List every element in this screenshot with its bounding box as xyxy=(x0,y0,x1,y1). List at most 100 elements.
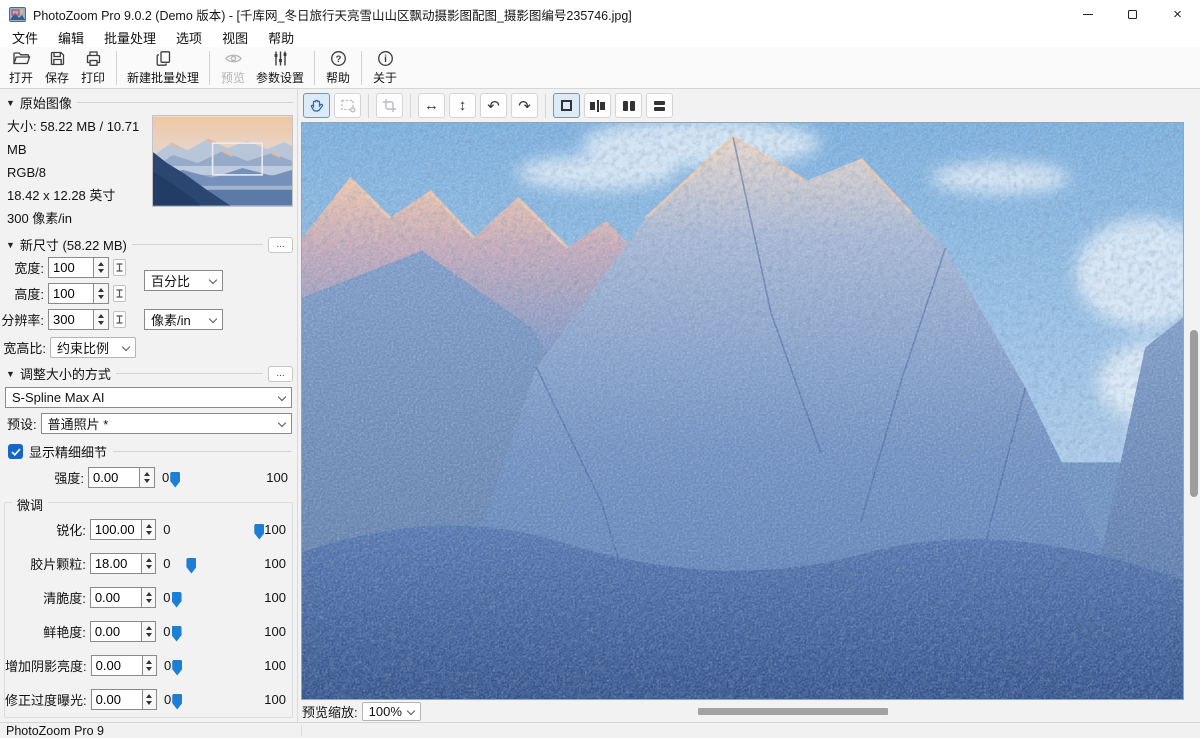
resolution-unit-select[interactable]: 像素/in xyxy=(144,309,223,330)
slider-thumb[interactable] xyxy=(172,592,182,608)
navigator-thumbnail[interactable] xyxy=(152,115,293,207)
vertical-scrollbar[interactable] xyxy=(1189,122,1199,700)
menu-options[interactable]: 选项 xyxy=(166,28,212,47)
resize-method-more-button[interactable]: ... xyxy=(268,366,293,382)
height-label: 高度: xyxy=(0,284,48,303)
resolution-label: 分辨率: xyxy=(0,310,48,329)
width-stepper[interactable] xyxy=(94,257,109,278)
chevron-down-icon xyxy=(407,707,415,715)
new-size-title: 新尺寸 (58.22 MB) xyxy=(20,235,127,254)
menu-help[interactable]: 帮助 xyxy=(258,28,304,47)
vertical-scrollbar-thumb[interactable] xyxy=(1190,330,1198,497)
rotate-ccw-button[interactable]: ↶ xyxy=(480,93,507,118)
view-side-by-side-button[interactable] xyxy=(615,93,642,118)
film-grain-slider-row: 胶片颗粒: 0 100 xyxy=(5,553,286,574)
toolbar-separator xyxy=(361,51,362,85)
settings-panel: ▼ 原始图像 大小: 58.22 MB / 10.71 MB RGB/8 18.… xyxy=(0,89,298,722)
crispness-input[interactable] xyxy=(90,587,142,608)
width-reset-button[interactable] xyxy=(113,259,126,276)
slider-thumb[interactable] xyxy=(172,694,182,710)
width-input[interactable] xyxy=(48,257,94,278)
minimize-button[interactable] xyxy=(1065,0,1110,28)
aspect-row: 宽高比: 约束比例 xyxy=(0,337,136,358)
size-unit-select[interactable]: 百分比 xyxy=(144,270,223,291)
height-stepper[interactable] xyxy=(94,283,109,304)
preset-select[interactable]: 普通照片 * xyxy=(41,413,292,434)
chevron-down-icon xyxy=(278,419,286,427)
new-batch-button[interactable]: 新建批量处理 xyxy=(122,48,204,88)
crop-tool-button xyxy=(376,93,403,118)
slider-thumb[interactable] xyxy=(254,524,264,540)
preview-image-area[interactable] xyxy=(301,122,1184,700)
save-button[interactable]: 保存 xyxy=(39,48,75,88)
settings-button[interactable]: 参数设置 xyxy=(251,48,309,88)
preview-bottom-bar: 预览缩放: 100% xyxy=(298,701,1200,722)
vividness-input[interactable] xyxy=(90,621,142,642)
slider-thumb[interactable] xyxy=(186,558,196,574)
print-button[interactable]: 打印 xyxy=(75,48,111,88)
help-icon: ? xyxy=(329,49,348,68)
preview-zoom-select[interactable]: 100% xyxy=(362,702,421,721)
title-bar: PhotoZoom Pro 9.0.2 (Demo 版本) - [千库网_冬日旅… xyxy=(0,0,1200,28)
new-size-header[interactable]: ▼ 新尺寸 (58.22 MB) ... xyxy=(0,234,297,255)
info-icon: i xyxy=(376,49,395,68)
height-input[interactable] xyxy=(48,283,94,304)
view-split-button[interactable] xyxy=(584,93,611,118)
view-single-button[interactable] xyxy=(553,93,580,118)
menu-batch[interactable]: 批量处理 xyxy=(94,28,166,47)
sharpness-stepper[interactable] xyxy=(142,519,156,540)
header-rule xyxy=(116,373,263,374)
preview-image xyxy=(302,123,1183,699)
close-button[interactable]: × xyxy=(1155,0,1200,28)
width-row: 宽度: xyxy=(0,257,126,278)
slider-thumb[interactable] xyxy=(172,660,182,676)
menu-file[interactable]: 文件 xyxy=(2,28,48,47)
fine-detail-row: 显示精细细节 xyxy=(8,442,291,461)
shadow-brightness-stepper[interactable] xyxy=(143,655,157,676)
horizontal-scrollbar-thumb[interactable] xyxy=(698,708,888,715)
rotate-cw-button[interactable]: ↷ xyxy=(511,93,538,118)
aspect-select[interactable]: 约束比例 xyxy=(50,337,136,358)
slider-thumb[interactable] xyxy=(172,626,182,642)
original-image-header[interactable]: ▼ 原始图像 xyxy=(0,92,297,113)
crispness-stepper[interactable] xyxy=(142,587,156,608)
strength-stepper[interactable] xyxy=(140,467,155,488)
sharpness-input[interactable] xyxy=(90,519,142,540)
resolution-reset-button[interactable] xyxy=(113,311,126,328)
shadow-brightness-input[interactable] xyxy=(91,655,143,676)
flip-horizontal-button[interactable]: ↔ xyxy=(418,93,445,118)
flip-vertical-button[interactable]: ↕ xyxy=(449,93,476,118)
film-grain-stepper[interactable] xyxy=(142,553,156,574)
menu-edit[interactable]: 编辑 xyxy=(48,28,94,47)
split-view-icon xyxy=(590,100,605,112)
about-button[interactable]: i 关于 xyxy=(367,48,403,88)
height-reset-button[interactable] xyxy=(113,285,126,302)
new-size-more-button[interactable]: ... xyxy=(268,237,293,253)
view-top-bottom-button[interactable] xyxy=(646,93,673,118)
size-unit-value: 百分比 xyxy=(151,271,190,290)
vividness-slider-row: 鲜艳度: 0 100 xyxy=(5,621,286,642)
height-row: 高度: xyxy=(0,283,126,304)
help-button[interactable]: ? 帮助 xyxy=(320,48,356,88)
maximize-button[interactable] xyxy=(1110,0,1155,28)
method-select[interactable]: S-Spline Max AI xyxy=(5,387,292,408)
resolution-input[interactable] xyxy=(48,309,94,330)
vividness-stepper[interactable] xyxy=(142,621,156,642)
strength-input[interactable] xyxy=(88,467,140,488)
header-rule xyxy=(132,244,263,245)
resize-method-header[interactable]: ▼ 调整大小的方式 ... xyxy=(0,363,297,384)
overexposure-stepper[interactable] xyxy=(143,689,157,710)
overexposure-input[interactable] xyxy=(91,689,143,710)
resolution-stepper[interactable] xyxy=(94,309,109,330)
open-button[interactable]: 打开 xyxy=(3,48,39,88)
menu-view[interactable]: 视图 xyxy=(212,28,258,47)
show-fine-detail-checkbox[interactable] xyxy=(8,444,23,459)
original-size: 大小: 58.22 MB / 10.71 MB xyxy=(7,115,152,161)
show-fine-detail-label: 显示精细细节 xyxy=(29,442,107,461)
collapse-arrow-icon: ▼ xyxy=(6,98,15,108)
eye-icon xyxy=(223,49,244,68)
hand-tool-button[interactable] xyxy=(303,93,330,118)
film-grain-input[interactable] xyxy=(90,553,142,574)
slider-thumb[interactable] xyxy=(170,472,180,488)
thumbnail-image xyxy=(153,116,292,206)
